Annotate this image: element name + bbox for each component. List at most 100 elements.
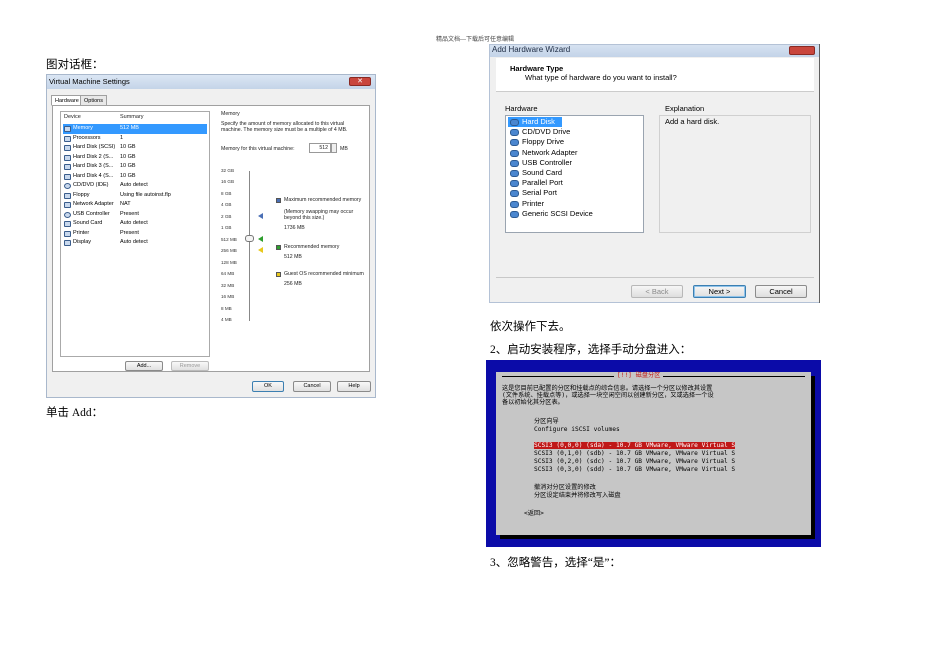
port-icon [510, 180, 519, 188]
page-header: 精品文档---下载后可任意编辑 [436, 37, 514, 43]
wizard-heading: Hardware Type [510, 64, 564, 73]
device-row-network-adapter[interactable]: Network Adapter NAT [63, 200, 207, 210]
partition-guide-item[interactable]: 分区向导 [534, 418, 559, 426]
memory-tick: 64 MB [221, 271, 235, 276]
hardware-item-network-adapter[interactable]: Network Adapter [508, 148, 577, 158]
configure-iscsi-item[interactable]: Configure iSCSI volumes [534, 426, 620, 434]
legend-minimum-icon [276, 272, 281, 277]
wizard-cancel-button[interactable]: Cancel [755, 285, 807, 298]
installer-title: [!!] 磁盘分区 [614, 372, 664, 380]
usb-icon [510, 159, 519, 167]
hardware-item-serial-port[interactable]: Serial Port [508, 188, 557, 198]
max-memory-marker-icon [258, 213, 263, 219]
hard-disk-icon [64, 173, 71, 180]
installer-window: [!!] 磁盘分区 这是您目前已配置的分区和挂载点的综合信息。请选择一个分区以修… [496, 372, 811, 535]
disk-item-sdc[interactable]: SCSI3 (0,2,0) (sdc) - 10.7 GB VMware, VM… [534, 458, 735, 465]
device-row-hard-disk[interactable]: Hard Disk (SCSI) 10 GB [63, 143, 207, 153]
memory-tick: 8 MB [221, 305, 232, 311]
disk-item-sdb[interactable]: SCSI3 (0,1,0) (sdb) - 10.7 GB VMware, VM… [534, 450, 735, 457]
hardware-item-floppy[interactable]: Floppy Drive [508, 137, 564, 147]
help-button[interactable]: Help [337, 381, 371, 392]
cancel-button[interactable]: Cancel [293, 381, 331, 392]
printer-icon [510, 200, 519, 208]
memory-tick: 32 GB [221, 168, 235, 173]
wizard-title: Add Hardware Wizard [490, 45, 819, 57]
explanation-label: Explanation [665, 104, 705, 113]
device-row-usb-controller[interactable]: USB Controller Present [63, 210, 207, 220]
memory-slider-thumb[interactable] [245, 235, 254, 242]
usb-icon [64, 211, 71, 218]
memory-tick: 512 MB [221, 236, 237, 242]
network-icon [510, 149, 519, 157]
undo-changes-item[interactable]: 撤消对分区设置的修改 [534, 484, 596, 492]
device-row-display[interactable]: Display Auto detect [63, 238, 207, 248]
explanation-box: Add a hard disk. [659, 115, 811, 233]
memory-unit: MB [340, 146, 348, 152]
dialog-title: Virtual Machine Settings [47, 75, 375, 89]
legend-recommended-icon [276, 245, 281, 250]
wizard-divider [496, 277, 814, 278]
wizard-edge [819, 44, 820, 303]
memory-tick: 32 MB [221, 282, 235, 288]
memory-tick: 128 MB [221, 259, 237, 265]
close-icon[interactable] [789, 46, 815, 55]
hard-disk-icon [64, 154, 71, 161]
memory-field-label: Memory for this virtual machine: [221, 146, 295, 152]
next-button[interactable]: Next > [693, 285, 746, 298]
device-row-floppy[interactable]: Floppy Using file autoinst.flp [63, 191, 207, 201]
back-button[interactable]: < Back [631, 285, 683, 298]
finish-partitioning-item[interactable]: 分区设定结束并将修改写入磁盘 [534, 492, 621, 500]
device-row-sound-card[interactable]: Sound Card Auto detect [63, 219, 207, 229]
speaker-icon [64, 221, 71, 227]
remove-button[interactable]: Remove [171, 361, 209, 371]
cd-icon [510, 129, 519, 137]
min-memory-marker-icon [258, 247, 263, 253]
hardware-label: Hardware [505, 104, 538, 113]
memory-tick: 16 GB [221, 179, 235, 184]
legend-minimum-label: Guest OS recommended minimum [284, 271, 364, 277]
memory-description: Specify the amount of memory allocated t… [221, 121, 348, 134]
legend-max-value: 1736 MB [284, 225, 305, 231]
device-row-printer[interactable]: Printer Present [63, 229, 207, 239]
wizard-subheading: What type of hardware do you want to ins… [525, 73, 677, 82]
legend-max-note: (Memory swapping may occur beyond this s… [284, 209, 354, 222]
memory-tick: 16 MB [221, 294, 235, 299]
step2-text: 2、启动安装程序，选择手动分盘进入： [490, 344, 692, 356]
disk-item-sdd[interactable]: SCSI3 (0,3,0) (sdd) - 10.7 GB VMware, VM… [534, 466, 735, 473]
hardware-item-generic-scsi[interactable]: Generic SCSI Device [508, 209, 593, 219]
device-row-hard-disk-2[interactable]: Hard Disk 2 (S... 10 GB [63, 153, 207, 163]
printer-icon [64, 230, 71, 237]
processor-icon [64, 135, 71, 142]
memory-tick: 2 GB [221, 213, 232, 219]
device-row-processors[interactable]: Processors 1 [63, 134, 207, 144]
hardware-item-parallel-port[interactable]: Parallel Port [508, 178, 563, 188]
explanation-text: Add a hard disk. [665, 117, 720, 126]
memory-tick: 4 MB [221, 317, 232, 322]
step-next-text: 依次操作下去。 [490, 321, 571, 333]
device-row-hard-disk-4[interactable]: Hard Disk 4 (S... 10 GB [63, 172, 207, 182]
hardware-item-sound-card[interactable]: Sound Card [508, 168, 562, 178]
ok-button[interactable]: OK [252, 381, 284, 392]
hardware-item-printer[interactable]: Printer [508, 199, 544, 209]
memory-input[interactable]: 512 [309, 143, 331, 153]
device-row-memory[interactable]: Memory 512 MB [63, 124, 207, 134]
step3-text: 3、忽略警告，选择“是”： [490, 557, 621, 569]
disk-item-sda[interactable]: SCSI3 (0,0,0) (sda) - 10.7 GB VMware, VM… [534, 442, 736, 450]
add-button[interactable]: Add... [125, 361, 163, 371]
installer-back-button[interactable]: <返回> [524, 510, 544, 518]
legend-minimum-value: 256 MB [284, 281, 302, 287]
floppy-icon [64, 192, 71, 199]
close-icon[interactable]: ✕ [349, 77, 371, 86]
memory-slider-track[interactable] [249, 171, 250, 321]
network-icon [64, 202, 71, 208]
port-icon [510, 190, 519, 198]
memory-tick: 8 GB [221, 190, 232, 196]
hardware-item-hard-disk[interactable]: Hard Disk [508, 117, 562, 128]
legend-max-label: Maximum recommended memory [284, 197, 362, 203]
memory-spinner[interactable] [331, 143, 337, 153]
hardware-item-cd-dvd[interactable]: CD/DVD Drive [508, 127, 570, 137]
memory-icon [64, 126, 71, 132]
device-row-hard-disk-3[interactable]: Hard Disk 3 (S... 10 GB [63, 162, 207, 172]
device-row-cd-dvd[interactable]: CD/DVD (IDE) Auto detect [63, 181, 207, 191]
hardware-item-usb-controller[interactable]: USB Controller [508, 158, 572, 168]
